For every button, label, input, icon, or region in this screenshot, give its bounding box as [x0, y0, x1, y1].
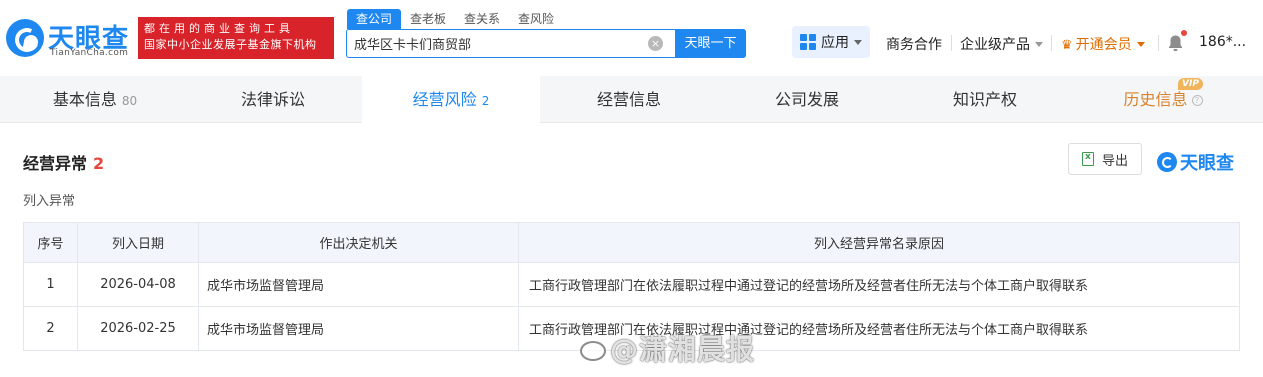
col-header-index: 序号 — [23, 222, 78, 263]
col-header-authority: 作出决定机关 — [198, 222, 519, 263]
chevron-down-icon — [854, 39, 862, 45]
nav-enterprise-label: 企业级产品 — [960, 37, 1030, 53]
search-type-tabs: 查公司 查老板 查关系 查风险 — [347, 9, 563, 29]
cell-reason: 工商行政管理部门在依法履职过程中通过登记的经营场所及经营者住所无法与个体工商户取… — [518, 262, 1240, 307]
nav-business-cooperation[interactable]: 商务合作 — [886, 34, 942, 54]
weibo-watermark: @潇湘晨报 — [580, 328, 755, 368]
tab-basic-info[interactable]: 基本信息 80 — [6, 76, 184, 123]
clear-search-icon[interactable]: × — [648, 36, 663, 51]
tianyancha-logo-icon[interactable] — [6, 19, 44, 57]
excel-file-icon — [1081, 152, 1094, 166]
apps-label: 应用 — [821, 35, 849, 51]
chevron-down-icon — [1136, 42, 1145, 47]
nav-vip-label: 开通会员 — [1075, 37, 1132, 53]
user-account-menu[interactable]: 186*... — [1199, 34, 1246, 50]
apps-menu-button[interactable]: 应用 — [792, 26, 870, 58]
cell-index: 2 — [23, 306, 78, 351]
cell-date: 2026-02-25 — [77, 306, 199, 351]
tab-label: 法律诉讼 — [240, 90, 305, 109]
tab-intellectual-property[interactable]: 知识产权 — [896, 76, 1074, 123]
main-tab-bar: 基本信息 80 法律诉讼 经营风险 2 经营信息 公司发展 知识产权 历史信息? — [0, 76, 1263, 123]
brand-logo: 天眼查 — [1157, 149, 1234, 175]
cell-authority: 成华市场监督管理局 — [198, 306, 519, 351]
help-icon[interactable]: ? — [1191, 95, 1203, 106]
brand-logo-text: 天眼查 — [1180, 153, 1234, 174]
table-row: 1 2026-04-08 成华市场监督管理局 工商行政管理部门在依法履职过程中通… — [23, 262, 1240, 307]
search-tab-boss[interactable]: 查老板 — [401, 9, 455, 29]
table-header-row: 序号 列入日期 作出决定机关 列入经营异常名录原因 — [23, 222, 1240, 263]
section-title-text: 经营异常 — [23, 154, 88, 173]
tab-label: 经营信息 — [596, 90, 661, 109]
search-box: × 天眼一下 — [346, 29, 746, 58]
cell-date: 2026-04-08 — [77, 262, 199, 307]
cell-index: 1 — [23, 262, 78, 307]
nav-divider — [951, 35, 952, 51]
nav-divider — [1158, 35, 1159, 51]
slogan-banner: 都在用的商业查询工具 国家中小企业发展子基金旗下机构 — [138, 17, 334, 59]
tab-label: 公司发展 — [774, 90, 839, 109]
tab-company-development[interactable]: 公司发展 — [718, 76, 896, 123]
vip-badge: VIP — [1178, 78, 1203, 90]
export-label: 导出 — [1101, 153, 1128, 169]
tab-label: 知识产权 — [952, 90, 1017, 109]
tab-legal[interactable]: 法律诉讼 — [184, 76, 362, 123]
weibo-icon — [580, 341, 606, 361]
top-header: 天眼查 TianYanCha.com 都在用的商业查询工具 国家中小企业发展子基… — [0, 0, 1263, 76]
subsection-title: 列入异常 — [23, 194, 76, 209]
col-header-date: 列入日期 — [77, 222, 199, 263]
tab-history-info[interactable]: 历史信息? — [1074, 76, 1252, 123]
tab-label: 经营风险 — [412, 90, 477, 109]
slogan-line-1: 都在用的商业查询工具 — [144, 22, 294, 35]
nav-divider — [1051, 35, 1052, 51]
export-button[interactable]: 导出 — [1068, 143, 1142, 175]
search-input[interactable] — [348, 30, 668, 57]
section-count: 2 — [93, 154, 105, 173]
section-title: 经营异常 2 — [23, 150, 104, 174]
search-tab-company[interactable]: 查公司 — [347, 9, 402, 29]
watermark-text: @潇湘晨报 — [610, 333, 756, 366]
logo-subtext: TianYanCha.com — [50, 48, 129, 58]
grid-apps-icon — [800, 34, 816, 50]
crown-icon: ♛ — [1061, 38, 1073, 53]
search-tab-risk[interactable]: 查风险 — [509, 9, 563, 29]
tab-business-info[interactable]: 经营信息 — [540, 76, 718, 123]
search-tab-relation[interactable]: 查关系 — [455, 9, 509, 29]
tab-business-risk[interactable]: 经营风险 2 — [362, 76, 540, 123]
tab-label: 基本信息 — [52, 90, 117, 109]
notification-bell-icon[interactable] — [1167, 30, 1187, 52]
col-header-reason: 列入经营异常名录原因 — [518, 222, 1240, 263]
tab-count: 2 — [481, 94, 490, 108]
search-button[interactable]: 天眼一下 — [675, 29, 746, 58]
chevron-down-icon — [1035, 42, 1043, 47]
cell-authority: 成华市场监督管理局 — [198, 262, 519, 307]
tab-label: 历史信息 — [1123, 90, 1188, 109]
nav-open-vip[interactable]: ♛ 开通会员 — [1061, 34, 1145, 54]
nav-enterprise-products[interactable]: 企业级产品 — [960, 34, 1043, 54]
tianyancha-mini-logo-icon — [1157, 152, 1177, 172]
tab-count: 80 — [121, 94, 138, 108]
slogan-line-2: 国家中小企业发展子基金旗下机构 — [144, 38, 317, 51]
unread-dot — [1181, 30, 1187, 36]
